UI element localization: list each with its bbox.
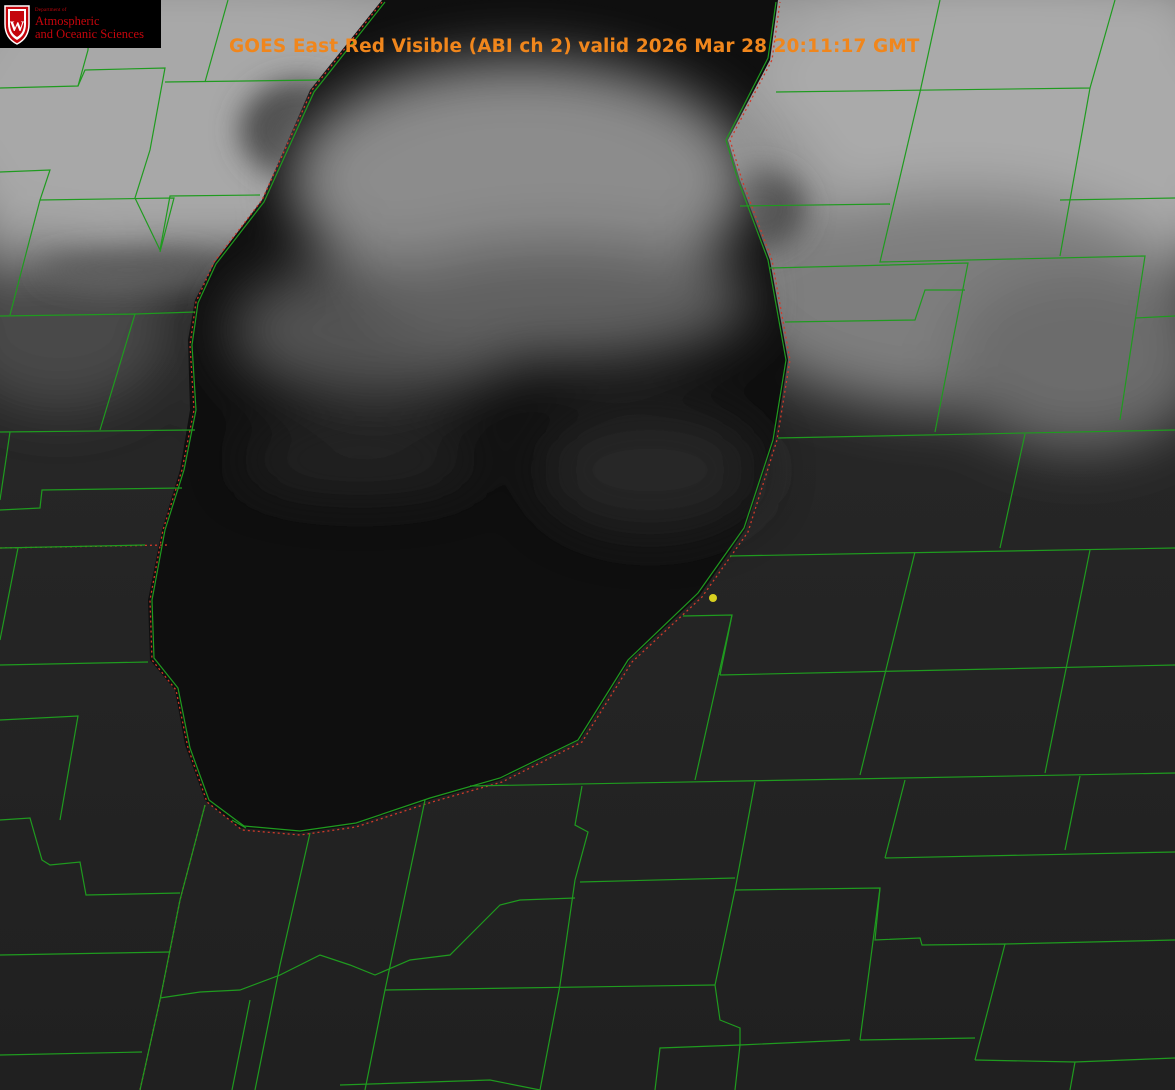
satellite-imagery: [0, 0, 1175, 1090]
logo-line-1: Atmospheric: [35, 14, 100, 28]
logo-text: Department of Atmospheric and Oceanic Sc…: [35, 8, 144, 40]
uw-aos-logo: W Department of Atmospheric and Oceanic …: [0, 0, 161, 48]
station-marker: [709, 594, 717, 602]
logo-department: Department of: [35, 8, 67, 13]
logo-line-2: and Oceanic Sciences: [35, 26, 144, 41]
satellite-map: W Department of Atmospheric and Oceanic …: [0, 0, 1175, 1090]
uw-crest-icon: W: [4, 5, 30, 45]
svg-text:W: W: [10, 19, 25, 35]
image-title: GOES East Red Visible (ABI ch 2) valid 2…: [229, 36, 920, 57]
